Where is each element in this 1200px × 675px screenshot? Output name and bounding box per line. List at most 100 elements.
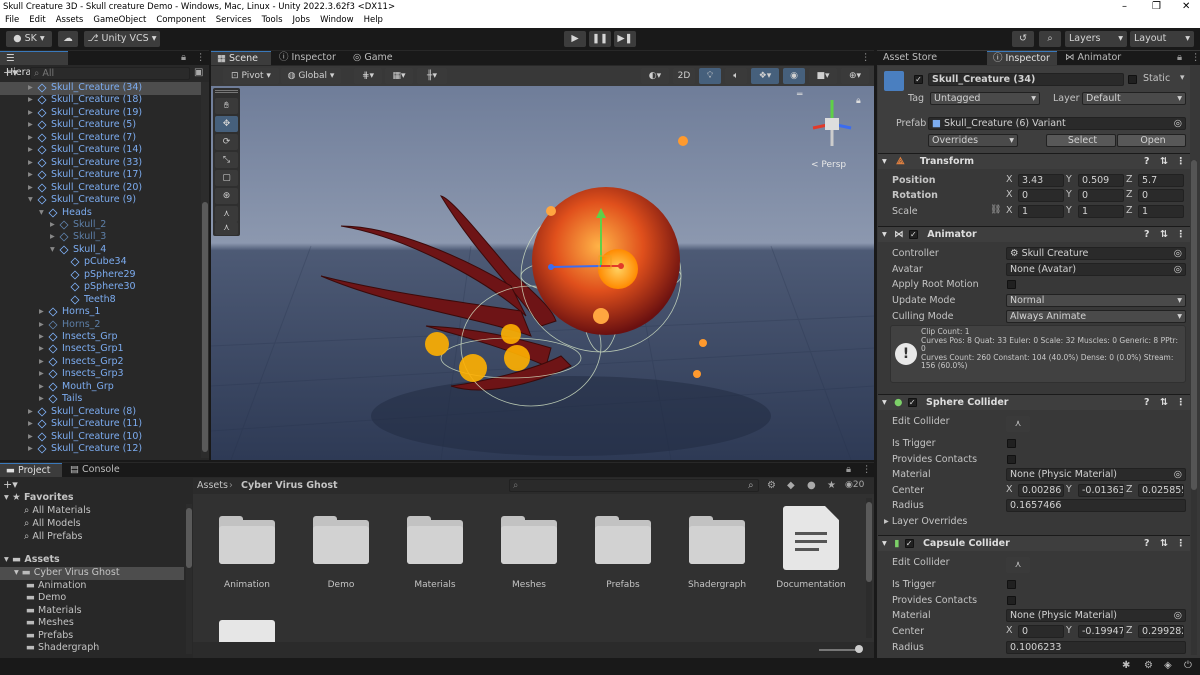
edit-collider-tool-button[interactable]: ⋏: [215, 206, 238, 222]
hand-tool-button[interactable]: ✋︎: [215, 98, 238, 114]
tab-game[interactable]: ◎ Game: [347, 51, 407, 65]
chevron-right-icon[interactable]: ▸: [28, 443, 33, 456]
menu-jobs[interactable]: Jobs: [288, 14, 316, 27]
assets-tree-item[interactable]: ▬ Materials: [0, 605, 184, 618]
hierarchy-item[interactable]: ▸Skull_Creature (8)›: [0, 406, 201, 419]
x-field[interactable]: 0: [1018, 189, 1064, 202]
lock-icon[interactable]: 🔒︎: [846, 463, 851, 477]
favorite-item[interactable]: ⌕ All Models: [24, 518, 81, 529]
chevron-right-icon[interactable]: ▸: [50, 231, 55, 244]
hierarchy-scrollbar[interactable]: [201, 82, 209, 458]
star-icon[interactable]: ★: [827, 480, 836, 491]
layer-dropdown[interactable]: Default ▾: [1082, 92, 1186, 105]
sphere-collider-header[interactable]: ▾ ● ✓ Sphere Collider ? ⇅ ⋮: [878, 394, 1190, 410]
assets-tree-item[interactable]: ▬ Meshes: [0, 617, 184, 630]
capsule-enabled-checkbox[interactable]: ✓: [904, 539, 914, 548]
assets-tree-item[interactable]: ▬ Prefabs: [0, 630, 184, 643]
chevron-right-icon[interactable]: ▸: [28, 119, 33, 132]
close-button[interactable]: ✕: [1182, 0, 1190, 14]
document-icon[interactable]: [783, 506, 839, 570]
snap-increment-button[interactable]: ▦▾: [385, 68, 413, 84]
hierarchy-item[interactable]: ▸Skull_Creature (14)›: [0, 144, 201, 157]
select-button[interactable]: Select: [1046, 134, 1116, 147]
is-trigger-checkbox[interactable]: [1007, 439, 1016, 448]
rect-tool-button[interactable]: ▢: [215, 170, 238, 186]
auto-generate-icon[interactable]: ◈: [1164, 660, 1172, 671]
progress-icon[interactable]: ⚙: [1144, 660, 1153, 671]
open-button[interactable]: Open: [1117, 134, 1186, 147]
chevron-right-icon[interactable]: ▸: [39, 368, 44, 381]
hierarchy-item[interactable]: ▸ Insects_Grp1: [0, 343, 201, 356]
drag-handle-icon[interactable]: [215, 90, 238, 93]
chevron-right-icon[interactable]: ▸: [28, 431, 33, 444]
chevron-right-icon[interactable]: ▸: [39, 356, 44, 369]
custom-tool-button[interactable]: ⋏: [215, 222, 238, 235]
2d-toggle[interactable]: 2D: [673, 68, 695, 84]
chevron-right-icon[interactable]: ▸: [39, 343, 44, 356]
rotate-tool-button[interactable]: ⟳: [215, 134, 238, 150]
y-field[interactable]: -0.01363: [1078, 484, 1124, 497]
radius-field[interactable]: 0.1006233: [1006, 641, 1186, 654]
lock-icon[interactable]: 🔒︎: [181, 51, 186, 65]
folder-icon[interactable]: [501, 516, 557, 564]
breadcrumb-assets[interactable]: Assets: [197, 480, 228, 491]
chevron-right-icon[interactable]: ▸: [28, 132, 33, 145]
menu-component[interactable]: Component: [151, 14, 210, 27]
chevron-down-icon[interactable]: ▾: [39, 207, 44, 220]
draw-mode-button[interactable]: ◐▾: [641, 68, 669, 84]
provides-contacts-checkbox[interactable]: [1007, 596, 1016, 605]
chevron-right-icon[interactable]: ▸: [28, 406, 33, 419]
more-menu-icon[interactable]: ⋮: [1176, 227, 1186, 243]
menu-assets[interactable]: Assets: [51, 14, 89, 27]
x-field[interactable]: 3.43: [1018, 174, 1064, 187]
hierarchy-item[interactable]: ▸ Horns_1: [0, 306, 201, 319]
tab-inspector[interactable]: ⓘ Inspector: [273, 51, 345, 65]
hierarchy-item[interactable]: ▸Skull_Creature (12)›: [0, 443, 201, 456]
menu-window[interactable]: Window: [315, 14, 359, 27]
step-button[interactable]: ▶❚: [614, 31, 636, 47]
lock-icon[interactable]: 🔒︎: [1177, 51, 1182, 65]
apply-root-motion-checkbox[interactable]: [1007, 280, 1016, 289]
favorites-header[interactable]: ▾ ★ Favorites: [4, 492, 74, 503]
tab-hierarchy[interactable]: ☰ Hierarchy: [0, 51, 68, 78]
tab-scene[interactable]: ▦ Scene: [211, 51, 271, 65]
audio-toggle[interactable]: 🔈︎: [725, 68, 747, 84]
menu-gameobject[interactable]: GameObject: [88, 14, 151, 27]
minimize-button[interactable]: –: [1122, 0, 1127, 14]
more-menu-icon[interactable]: ⋮: [196, 51, 206, 65]
culling-mode-dropdown[interactable]: Always Animate ▾: [1006, 310, 1186, 323]
grid-scrollbar[interactable]: [866, 498, 872, 638]
zoom-slider[interactable]: [819, 649, 859, 651]
assets-header[interactable]: ▾ ▬ Assets: [4, 554, 60, 565]
presets-icon[interactable]: ⇅: [1160, 227, 1168, 243]
hierarchy-item[interactable]: ▸ Insects_Grp2: [0, 356, 201, 369]
hierarchy-item[interactable]: ▸ Tails: [0, 393, 201, 406]
hierarchy-item[interactable]: ▸Skull_Creature (18)›: [0, 94, 201, 107]
tab-animator[interactable]: ⋈ Animator: [1059, 51, 1139, 65]
cloud-button[interactable]: ☁: [58, 31, 78, 47]
more-menu-icon[interactable]: ⋮: [1176, 395, 1186, 411]
scene-viewport[interactable]: ✋︎ ✥ ⟳ ⤡ ▢ ⊛ ⋏ ⋏ < Persp 🔒︎ ═: [211, 86, 874, 460]
chevron-down-icon[interactable]: ▾: [14, 567, 22, 578]
lighting-toggle[interactable]: 💡︎: [699, 68, 721, 84]
menu-help[interactable]: Help: [359, 14, 388, 27]
active-checkbox[interactable]: ✓: [914, 75, 923, 84]
scale-tool-button[interactable]: ⤡: [215, 152, 238, 168]
folder-icon[interactable]: [595, 516, 651, 564]
more-menu-icon[interactable]: ⋮: [862, 463, 872, 477]
filter-type-icon[interactable]: ⚙: [767, 480, 776, 491]
hierarchy-item[interactable]: pSphere30: [0, 281, 201, 294]
z-field[interactable]: 1: [1138, 205, 1184, 218]
grid-snap-button[interactable]: ⋕▾: [354, 68, 382, 84]
help-icon[interactable]: ?: [1144, 154, 1150, 170]
menu-edit[interactable]: Edit: [24, 14, 50, 27]
scrollbar-thumb[interactable]: [866, 502, 872, 582]
chevron-right-icon[interactable]: ▸: [28, 157, 33, 170]
capsule-collider-header[interactable]: ▾ ▮ ✓ Capsule Collider ? ⇅ ⋮: [878, 535, 1190, 551]
inspector-scrollbar[interactable]: [1191, 160, 1197, 655]
animator-header[interactable]: ▾ ⋈ ✓ Animator ? ⇅ ⋮: [878, 226, 1190, 242]
pivot-dropdown[interactable]: ⊡ Pivot ▾: [223, 68, 279, 84]
y-field[interactable]: 0.509: [1078, 174, 1124, 187]
avatar-field[interactable]: None (Avatar) ◎: [1006, 263, 1186, 276]
global-dropdown[interactable]: ◍ Global ▾: [281, 68, 341, 84]
